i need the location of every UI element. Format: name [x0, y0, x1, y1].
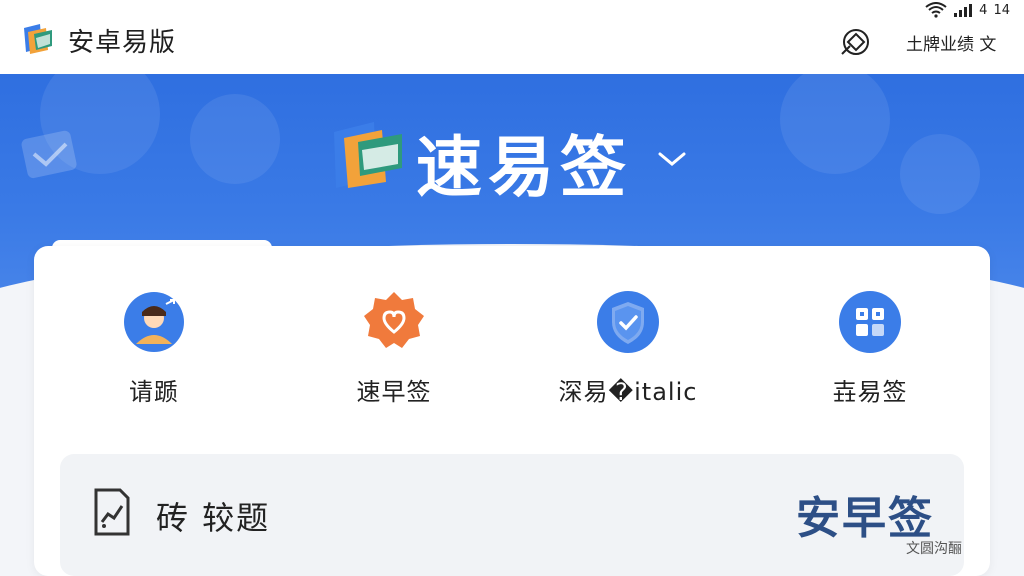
signal-strength: 4: [979, 2, 988, 18]
status-bar: 4 14: [925, 2, 1010, 18]
signal-icon: [954, 4, 973, 17]
header-logo-icon: [334, 122, 402, 188]
decorative-check-icon: [21, 130, 77, 179]
battery-level: 14: [993, 2, 1010, 18]
panel-label: 砖 较题: [156, 499, 271, 537]
feature-label-4: 壵易签: [832, 378, 908, 406]
feature-item-4[interactable]: 壵易签: [800, 290, 940, 410]
qr-grid-icon: [839, 291, 901, 353]
feature-label-2: 速早签: [356, 378, 432, 406]
app-title: 安卓易版: [68, 28, 177, 58]
top-action-link[interactable]: 土牌业绩 文: [906, 30, 996, 55]
panel-title: 安早签: [796, 493, 934, 544]
heart-badge-icon: [364, 292, 424, 348]
feature-label-3: 深易�italic: [558, 378, 698, 406]
feature-item-1[interactable]: 请踬: [84, 290, 224, 410]
feature-label-1: 请踬: [129, 378, 179, 406]
document-sign-icon: [94, 488, 130, 536]
app-logo-icon: [24, 24, 52, 54]
wifi-icon: [925, 2, 947, 18]
feature-item-3[interactable]: 深易�italic: [558, 290, 698, 410]
feature-item-2[interactable]: 速早签: [324, 290, 464, 410]
top-app-bar: 安卓易版 4 14 土牌业绩 文: [0, 0, 1024, 74]
chevron-down-icon[interactable]: [656, 148, 688, 170]
header-title[interactable]: 速易签: [416, 114, 632, 210]
brand-badge-icon[interactable]: [838, 24, 874, 58]
user-avatar-icon: [124, 292, 184, 352]
shield-check-icon: [597, 291, 659, 353]
panel-subtitle: 文圆沟酾: [906, 541, 962, 557]
